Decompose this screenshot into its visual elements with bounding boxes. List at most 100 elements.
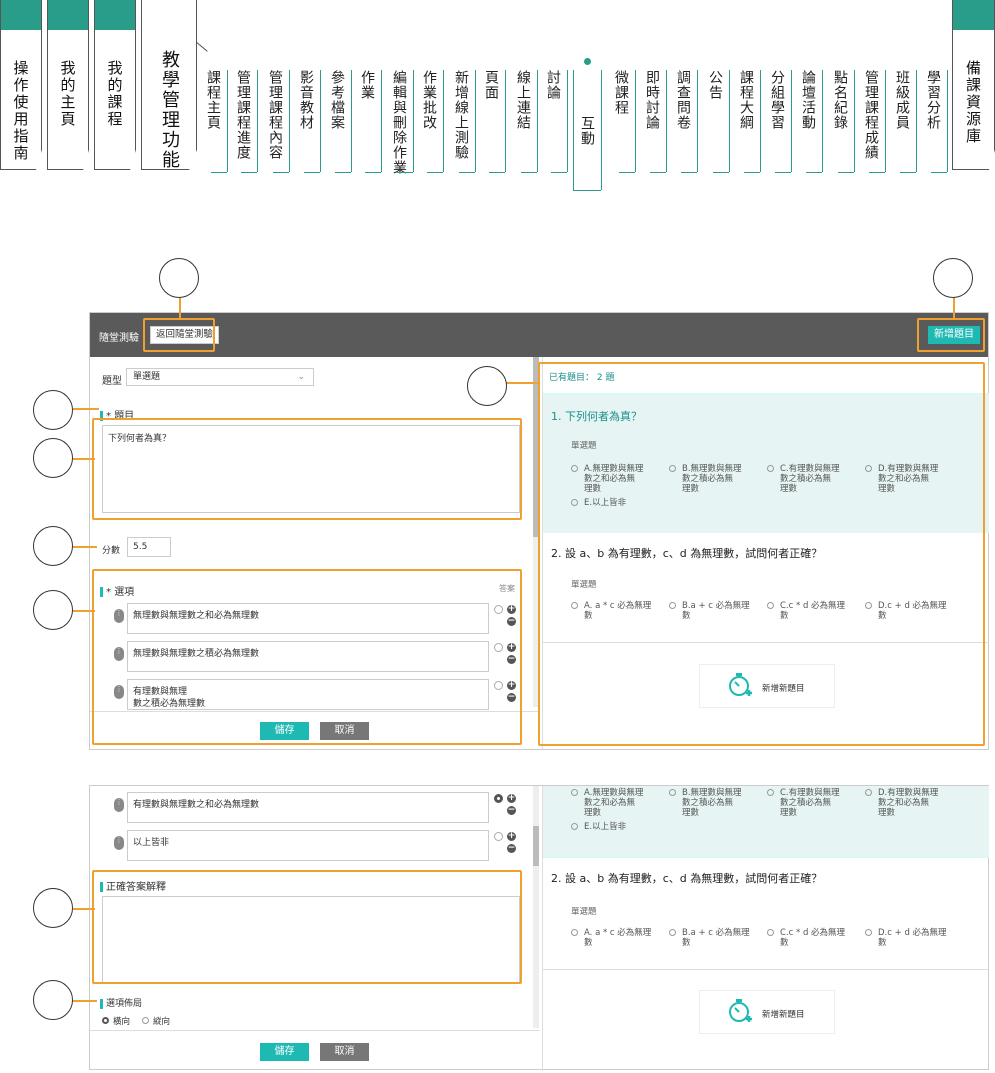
answer-option[interactable]: B.無理數與無理 數之積必為無 理數 xyxy=(669,788,742,818)
sub-nav-divider xyxy=(475,70,476,172)
sub-nav-item[interactable]: 影音教材 xyxy=(297,62,314,130)
sub-nav-divider xyxy=(351,70,352,172)
option-input[interactable]: 有理數與無理數之和必為無理數 xyxy=(127,792,489,823)
sub-nav-item[interactable]: 課程主頁 xyxy=(204,62,221,130)
option-label: A.無理數與無理 數之和必為無 理數 xyxy=(584,788,644,818)
drag-handle-icon[interactable]: ⋮ xyxy=(114,798,124,812)
option-input[interactable]: 以上皆非 xyxy=(127,830,489,861)
add-new-question-card[interactable]: 新增新題目 xyxy=(699,990,835,1034)
add-new-question-label: 新增新題目 xyxy=(762,1010,805,1020)
cancel-button[interactable]: 取消 xyxy=(320,1043,369,1061)
preview-question-2[interactable]: 2. 設 a、b 為有理數，c、d 為無理數，試問何者正確？ 單選題 A. a … xyxy=(543,860,989,970)
radio-icon xyxy=(571,789,578,796)
callout-circle xyxy=(33,888,73,928)
sub-nav-base xyxy=(521,172,537,173)
answer-option[interactable]: B.a + c 必為無理 數 xyxy=(669,928,750,948)
option-label: E.以上皆非 xyxy=(584,822,627,832)
sub-nav-divider xyxy=(567,70,568,172)
editor-header: 隨堂測驗 返回隨堂測驗 新增題目 xyxy=(90,313,988,357)
tab-guide[interactable]: 操作使用指南 xyxy=(0,0,42,170)
sub-nav-divider xyxy=(505,70,506,172)
sub-nav-base xyxy=(744,172,760,173)
sub-nav-item[interactable]: 即時討論 xyxy=(643,62,660,130)
sub-nav-base xyxy=(551,172,567,173)
sub-nav-item[interactable]: 分組學習 xyxy=(768,62,785,130)
sub-nav-item[interactable]: 線上連結 xyxy=(514,62,531,130)
callout-line xyxy=(73,1000,97,1002)
answer-option[interactable]: C.有理數與無理 數之積必為無 理數 xyxy=(767,788,840,818)
sub-nav-item[interactable]: 參考檔案 xyxy=(328,62,345,130)
sub-nav-base xyxy=(459,172,475,173)
sub-nav-item[interactable]: 管理課程成績 xyxy=(862,62,879,160)
sub-nav-base xyxy=(838,172,854,173)
save-button[interactable]: 儲存 xyxy=(260,1043,309,1061)
answer-option[interactable]: A. a * c 必為無理 數 xyxy=(571,928,651,948)
sub-nav-item[interactable]: 點名紀錄 xyxy=(831,62,848,130)
answer-option[interactable]: D.有理數與無理 數之和必為無 理數 xyxy=(865,788,938,818)
layout-vertical-radio[interactable]: 縱向 xyxy=(142,1015,170,1027)
tab-resource-library[interactable]: 備課資源庫 xyxy=(952,0,995,170)
scrollbar-bottom[interactable] xyxy=(533,786,539,1028)
sub-nav-item[interactable]: 公告 xyxy=(706,62,723,100)
sub-nav-divider xyxy=(666,70,667,172)
callout-line xyxy=(73,458,95,460)
sub-nav-divider xyxy=(760,70,761,172)
sub-nav-base xyxy=(931,172,947,173)
add-option-icon[interactable]: + xyxy=(507,794,516,803)
sub-nav-item[interactable]: 新增線上測驗 xyxy=(452,62,469,160)
sub-nav-base xyxy=(335,172,351,173)
sub-nav-base xyxy=(713,172,729,173)
sub-nav-item[interactable]: 論壇活動 xyxy=(799,62,816,130)
stopwatch-plus-icon xyxy=(728,997,752,1023)
type-select[interactable]: 單選題 ⌄ xyxy=(126,368,314,386)
sub-nav-item[interactable]: 討論 xyxy=(544,62,561,100)
sub-nav-base xyxy=(806,172,822,173)
option-label: A. a * c 必為無理 數 xyxy=(584,928,652,948)
score-input[interactable]: 5.5 xyxy=(127,537,171,557)
sub-nav-item[interactable]: 學習分析 xyxy=(924,62,941,130)
callout-box-back xyxy=(143,318,215,352)
sub-nav-divider xyxy=(257,70,258,172)
sub-nav-item[interactable]: 編輯與刪除作業 xyxy=(390,62,407,175)
tab-teaching-management[interactable]: 教學管理功能 xyxy=(141,0,197,170)
tab-my-courses[interactable]: 我的課程 xyxy=(94,0,136,170)
sub-nav-divider xyxy=(854,70,855,172)
answer-radio[interactable] xyxy=(494,832,503,841)
radio-icon xyxy=(865,929,872,936)
preview-question-1[interactable]: A.無理數與無理 數之和必為無 理數 B.無理數與無理 數之積必為無 理數 C.有理… xyxy=(543,786,989,858)
answer-option[interactable]: A.無理數與無理 數之和必為無 理數 xyxy=(571,788,643,818)
sub-nav-base xyxy=(365,172,381,173)
answer-option[interactable]: D.c + d 必為無理 數 xyxy=(865,928,947,948)
answer-option[interactable]: C.c * d 必為無理 數 xyxy=(767,928,845,948)
sub-nav-item[interactable]: 課程大綱 xyxy=(737,62,754,130)
sub-nav-item[interactable]: 互動 xyxy=(578,108,595,146)
remove-option-icon[interactable]: − xyxy=(507,806,516,815)
radio-icon xyxy=(669,929,676,936)
sub-nav-item[interactable]: 微課程 xyxy=(612,62,629,115)
sub-nav-item[interactable]: 班級成員 xyxy=(893,62,910,130)
layout-horizontal-radio[interactable]: 橫向 xyxy=(102,1015,130,1027)
radio-icon xyxy=(767,789,774,796)
radio-icon xyxy=(767,929,774,936)
sub-nav-base xyxy=(273,172,289,173)
callout-line xyxy=(73,908,95,910)
type-label: 題型 xyxy=(102,376,122,387)
callout-box-preview xyxy=(538,362,985,746)
preview-panel-bottom: A.無理數與無理 數之和必為無 理數 B.無理數與無理 數之積必為無 理數 C.有理… xyxy=(542,786,989,1071)
sub-nav-item[interactable]: 作業批改 xyxy=(420,62,437,130)
answer-option[interactable]: E.以上皆非 xyxy=(571,822,626,832)
sub-nav-item[interactable]: 管理課程內容 xyxy=(266,62,283,160)
tab-home[interactable]: 我的主頁 xyxy=(47,0,89,170)
sub-nav-divider xyxy=(537,70,538,172)
answer-radio[interactable] xyxy=(494,794,503,803)
callout-line xyxy=(503,382,539,384)
sub-nav-item[interactable]: 管理課程進度 xyxy=(234,62,251,160)
sub-nav-item[interactable]: 作業 xyxy=(358,62,375,100)
add-option-icon[interactable]: + xyxy=(507,832,516,841)
sub-nav-item[interactable]: 調查問卷 xyxy=(674,62,691,130)
sub-nav-divider xyxy=(413,70,414,172)
sub-nav-item[interactable]: 頁面 xyxy=(482,62,499,100)
remove-option-icon[interactable]: − xyxy=(507,844,516,853)
drag-handle-icon[interactable]: ⋮ xyxy=(114,836,124,850)
callout-circle xyxy=(467,366,507,406)
